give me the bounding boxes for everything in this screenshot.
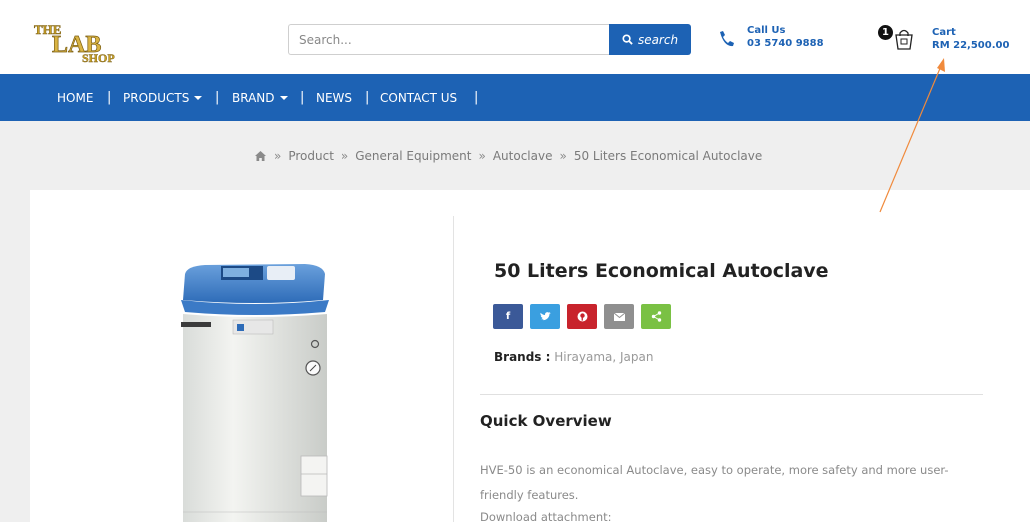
search-button[interactable]: search [609, 24, 691, 55]
nav-separator: | [300, 90, 305, 105]
nav-news[interactable]: NEWS [316, 74, 352, 121]
cart-count-badge: 1 [878, 25, 893, 40]
nav-news-label: NEWS [316, 90, 353, 105]
breadcrumb-separator: » [559, 149, 567, 163]
nav-contact-label: CONTACT US [380, 90, 458, 105]
quick-overview-text: HVE-50 is an economical Autoclave, easy … [480, 463, 949, 502]
breadcrumb-separator: » [274, 149, 282, 163]
product-title: 50 Liters Economical Autoclave [494, 260, 829, 282]
breadcrumb-link[interactable]: Product [288, 149, 334, 163]
search-input[interactable] [288, 24, 611, 55]
call-us[interactable]: Call Us 03 5740 9888 [747, 24, 824, 50]
cart-total: RM 22,500.00 [932, 40, 1010, 51]
brands-value[interactable]: Hirayama, Japan [554, 350, 653, 364]
nav-home-label: HOME [57, 90, 94, 105]
cart-icon-wrap[interactable]: 1 [878, 25, 918, 53]
email-share-button[interactable] [604, 304, 634, 329]
section-divider [480, 394, 983, 395]
cart-label: Cart [932, 27, 956, 38]
nav-products[interactable]: PRODUCTS [123, 74, 203, 121]
breadcrumb: » Product » General Equipment » Autoclav… [254, 148, 762, 164]
breadcrumb-separator: » [478, 149, 486, 163]
twitter-share-button[interactable] [530, 304, 560, 329]
site-header: THE LAB SHOP search Call Us 03 5740 9888… [0, 0, 1030, 74]
twitter-icon [539, 312, 551, 321]
pinterest-icon [577, 311, 587, 322]
shopping-bag-icon [895, 29, 913, 50]
quick-overview-heading: Quick Overview [480, 412, 612, 430]
email-icon [613, 312, 625, 321]
nav-separator: | [215, 90, 220, 105]
product-image[interactable] [175, 260, 335, 522]
nav-home[interactable]: HOME [57, 74, 93, 121]
breadcrumb-current: 50 Liters Economical Autoclave [573, 149, 763, 163]
nav-separator: | [107, 90, 112, 105]
breadcrumb-link[interactable]: Autoclave [493, 149, 553, 163]
chevron-down-icon [279, 95, 288, 100]
nav-separator: | [365, 90, 370, 105]
brands-label: Brands : [494, 350, 551, 364]
search-icon [622, 34, 633, 45]
column-divider [453, 216, 454, 522]
facebook-share-button[interactable]: f [493, 304, 523, 329]
pinterest-share-button[interactable] [567, 304, 597, 329]
phone-icon [720, 31, 734, 47]
call-us-number: 03 5740 9888 [747, 38, 824, 49]
nav-brand[interactable]: BRAND [232, 74, 288, 121]
main-nav: HOME | PRODUCTS | BRAND | NEWS | CONTACT… [0, 74, 1030, 121]
nav-contact-us[interactable]: CONTACT US [380, 74, 457, 121]
share-buttons: f [493, 304, 671, 329]
download-attachment-label[interactable]: Download attachment: [480, 510, 612, 522]
nav-separator: | [474, 90, 479, 105]
home-icon[interactable] [254, 150, 267, 162]
product-brands: Brands : Hirayama, Japan [494, 350, 654, 364]
facebook-icon: f [505, 311, 511, 322]
site-logo[interactable]: THE LAB SHOP [30, 18, 140, 64]
share-button[interactable] [641, 304, 671, 329]
search-button-label: search [637, 32, 679, 47]
cart-summary[interactable]: Cart RM 22,500.00 [932, 26, 1009, 52]
chevron-down-icon [194, 95, 203, 100]
share-icon [651, 311, 661, 322]
nav-brand-label: BRAND [232, 90, 275, 105]
nav-products-label: PRODUCTS [123, 90, 190, 105]
breadcrumb-separator: » [340, 149, 349, 163]
svg-text:SHOP: SHOP [82, 51, 115, 64]
breadcrumb-link[interactable]: General Equipment [355, 149, 471, 163]
call-us-label: Call Us [747, 25, 786, 36]
search-bar: search [288, 24, 691, 55]
